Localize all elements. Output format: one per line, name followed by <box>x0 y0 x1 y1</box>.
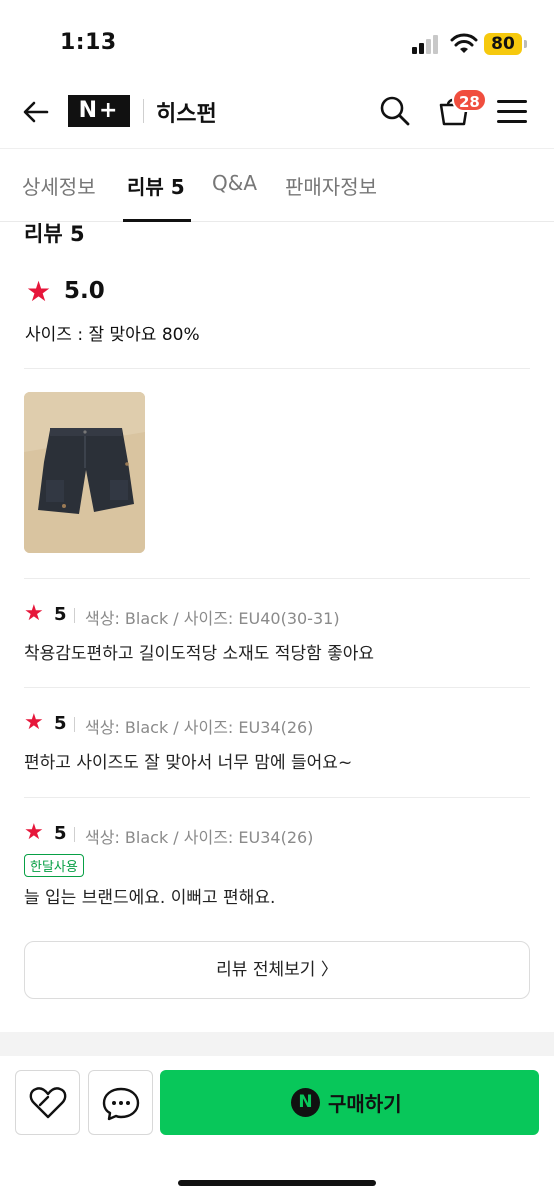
star-icon: ★ <box>24 601 44 626</box>
star-icon: ★ <box>24 710 44 735</box>
wifi-icon <box>450 33 478 53</box>
review-options: 색상: Black / 사이즈: EU34(26) <box>85 718 314 737</box>
review-text[interactable]: 편하고 사이즈도 잘 맞아서 너무 맘에 들어요~ <box>24 748 530 773</box>
divider <box>24 797 530 798</box>
review-section-title: 리뷰 5 <box>24 222 85 246</box>
heart-icon <box>29 1087 67 1119</box>
tab-reviews[interactable]: 리뷰 5 <box>127 171 185 200</box>
separator <box>74 608 75 623</box>
star-icon: ★ <box>26 275 52 308</box>
rating-value: 5.0 <box>64 278 105 304</box>
separator <box>74 717 75 732</box>
average-rating: ★ 5.0 <box>26 275 105 308</box>
divider <box>24 578 530 579</box>
review-score: 5 <box>54 713 67 734</box>
review-photo-thumbnail[interactable] <box>24 392 145 553</box>
tab-details[interactable]: 상세정보 <box>22 171 96 200</box>
buy-button-label: 구매하기 <box>328 1092 402 1116</box>
separator <box>74 827 75 842</box>
status-bar: 1:13 80 <box>0 0 554 84</box>
product-tabs: 상세정보 리뷰 5 Q&A 판매자정보 <box>0 148 554 222</box>
section-gap <box>0 1032 554 1056</box>
tab-qna[interactable]: Q&A <box>212 171 257 195</box>
chat-button[interactable] <box>88 1070 153 1135</box>
back-arrow-icon[interactable] <box>20 96 52 128</box>
tab-seller-info[interactable]: 판매자정보 <box>285 171 377 200</box>
buy-button[interactable]: N 구매하기 <box>160 1070 539 1135</box>
divider <box>24 368 530 369</box>
review-item: ★ 5 색상: Black / 사이즈: EU40(30-31) 착용감도편하고… <box>24 601 530 664</box>
status-time: 1:13 <box>60 30 117 55</box>
usage-period-badge: 한달사용 <box>24 854 84 877</box>
header-divider <box>143 99 144 123</box>
shop-name[interactable]: 히스펀 <box>156 96 217 128</box>
active-tab-indicator <box>123 219 191 222</box>
divider <box>24 687 530 688</box>
naver-plus-logo[interactable]: N+ <box>68 95 130 127</box>
size-fit-summary: 사이즈 : 잘 맞아요 80% <box>25 325 200 345</box>
top-navigation: N+ 히스펀 28 <box>0 84 554 148</box>
hamburger-menu-icon[interactable] <box>497 98 527 124</box>
review-score: 5 <box>54 604 67 625</box>
chat-icon <box>102 1087 140 1121</box>
star-icon: ★ <box>24 820 44 845</box>
view-all-reviews-button[interactable]: 리뷰 전체보기 〉 <box>24 941 530 999</box>
review-options: 색상: Black / 사이즈: EU40(30-31) <box>85 609 340 628</box>
review-item: ★ 5 색상: Black / 사이즈: EU34(26) 한달사용 늘 입는 … <box>24 820 530 908</box>
review-options: 색상: Black / 사이즈: EU34(26) <box>85 828 314 847</box>
signal-icon <box>412 34 442 54</box>
bottom-action-bar: N 구매하기 <box>0 1056 554 1200</box>
review-item: ★ 5 색상: Black / 사이즈: EU34(26) 편하고 사이즈도 잘… <box>24 710 530 773</box>
cart-count-badge: 28 <box>452 88 487 112</box>
review-text[interactable]: 늘 입는 브랜드에요. 이뻐고 편해요. <box>24 883 530 908</box>
shorts-image <box>24 392 145 553</box>
naver-pay-icon: N <box>291 1088 320 1117</box>
home-indicator <box>178 1180 376 1186</box>
search-icon[interactable] <box>378 94 412 128</box>
wishlist-button[interactable] <box>15 1070 80 1135</box>
review-score: 5 <box>54 823 67 844</box>
battery-indicator: 80 <box>484 33 527 55</box>
review-text[interactable]: 착용감도편하고 길이도적당 소재도 적당함 좋아요 <box>24 639 530 664</box>
